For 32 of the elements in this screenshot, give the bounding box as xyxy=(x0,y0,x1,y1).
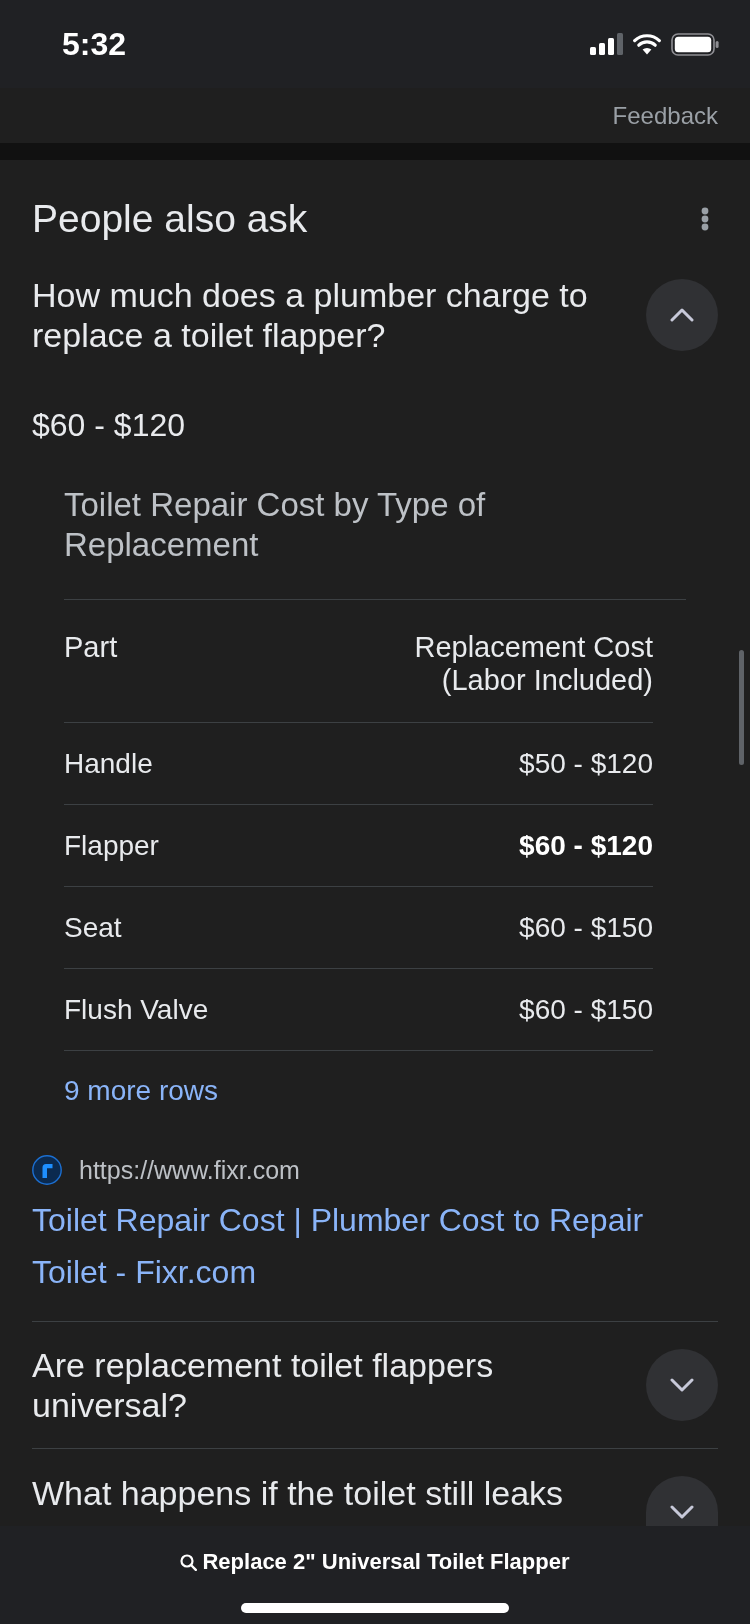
chevron-down-icon xyxy=(670,1378,694,1392)
question-text: Are replacement toilet flappers universal? xyxy=(32,1345,495,1425)
table-cell: $60 - $150 xyxy=(519,992,653,1027)
question-text: What happens if the toilet still leaks xyxy=(32,1473,565,1513)
column-header: Part xyxy=(64,631,118,664)
chevron-up-icon xyxy=(670,308,694,322)
site-favicon-icon xyxy=(32,1155,62,1185)
result-title-link[interactable]: Toilet Repair Cost | Plumber Cost to Repair Toilet - Fixr.com xyxy=(32,1194,672,1298)
search-query[interactable]: Replace 2" Universal Toilet Flapper xyxy=(202,1548,570,1576)
wifi-icon xyxy=(633,33,661,55)
more-options-icon[interactable] xyxy=(701,207,709,231)
section-title: People also ask xyxy=(32,198,308,240)
source-url: https://www.fixr.com xyxy=(79,1155,300,1185)
table-cell: $60 - $150 xyxy=(519,910,653,945)
feedback-link[interactable]: Feedback xyxy=(612,100,718,131)
table-title: Toilet Repair Cost by Type of Replacement xyxy=(64,485,487,565)
chevron-down-icon xyxy=(670,1505,694,1519)
status-time: 5:32 xyxy=(62,26,127,62)
more-rows-link[interactable]: 9 more rows xyxy=(64,1074,219,1108)
search-icon xyxy=(180,1553,198,1571)
table-cell: Flapper xyxy=(64,828,159,863)
column-header: Replacement Cost (Labor Included) xyxy=(413,631,653,697)
expand-button[interactable] xyxy=(646,1476,718,1526)
battery-icon xyxy=(671,32,719,56)
signal-strength-icon xyxy=(590,33,623,55)
table-cell: $50 - $120 xyxy=(519,746,653,781)
table-cell: Seat xyxy=(64,910,122,945)
table-cell: $60 - $120 xyxy=(519,828,653,863)
question-text: How much does a plumber charge to replace a toilet flapper? xyxy=(32,275,589,355)
table-cell: Handle xyxy=(64,746,153,781)
table-cell: Flush Valve xyxy=(64,992,209,1027)
answer-summary: $60 - $120 xyxy=(32,407,185,443)
